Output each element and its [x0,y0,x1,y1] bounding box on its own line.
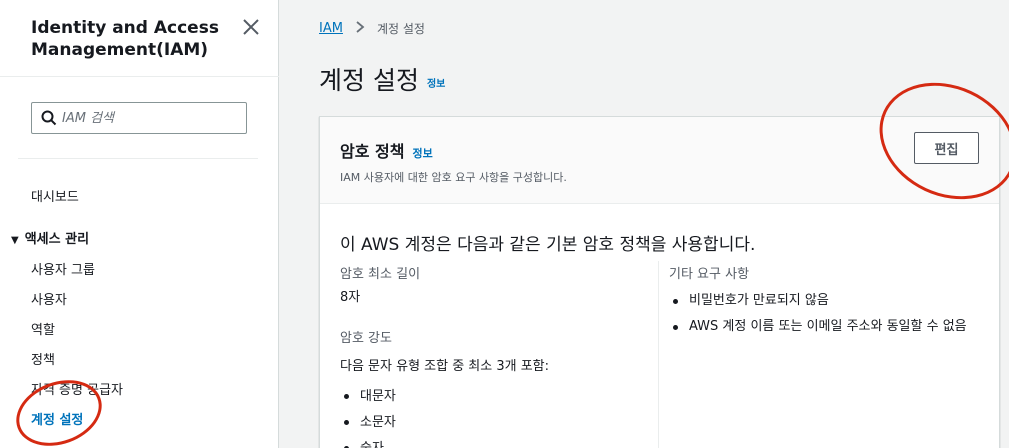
caret-down-icon: ▼ [11,235,19,246]
breadcrumb-current: 계정 설정 [376,22,425,36]
min-length-label: 암호 최소 길이 [340,267,421,282]
other-requirements-list: 비밀번호가 만료되지 않음 AWS 계정 이름 또는 이메일 주소와 동일할 수… [669,293,967,345]
strength-list: 대문자 소문자 숫자 [340,388,396,448]
card-info-link[interactable]: 정보 [412,147,432,160]
policy-heading: 이 AWS 계정은 다음과 같은 기본 암호 정책을 사용합니다. [340,235,756,255]
sidebar-item-user-groups[interactable]: 사용자 그룹 [31,259,95,278]
card-title: 암호 정책 정보 [340,138,433,162]
card-description: IAM 사용자에 대한 암호 요구 사항을 구성합니다. [340,171,567,184]
page-title: 계정 설정 정보 [319,61,445,97]
chevron-right-icon [355,20,365,37]
breadcrumb: IAM 계정 설정 [319,20,425,37]
list-item: 소문자 [340,414,396,431]
strength-description: 다음 문자 유형 조합 중 최소 3개 포함: [340,359,550,374]
search-box[interactable] [31,102,247,134]
column-divider [658,261,659,448]
list-item: 대문자 [340,388,396,405]
close-icon[interactable] [240,16,262,38]
search-icon [40,109,58,127]
sidebar-item-roles[interactable]: 역할 [31,319,55,338]
sidebar-section-access-management[interactable]: ▼ 액세스 관리 [11,228,89,247]
strength-label: 암호 강도 [340,331,392,346]
min-length-value: 8자 [340,290,361,305]
list-item: 숫자 [340,440,396,448]
list-item: 비밀번호가 만료되지 않음 [669,293,967,309]
other-requirements-label: 기타 요구 사항 [669,267,750,282]
sidebar-item-policies[interactable]: 정책 [31,349,55,368]
page-title-text: 계정 설정 [319,66,419,95]
card-title-text: 암호 정책 [340,142,405,161]
sidebar-item-users[interactable]: 사용자 [31,289,67,308]
page-info-link[interactable]: 정보 [427,79,445,90]
breadcrumb-iam-link[interactable]: IAM [319,21,343,36]
sidebar-divider [0,76,279,77]
sidebar: Identity and Access Management(IAM) 대시보드… [0,0,279,448]
sidebar-section-label: 액세스 관리 [24,232,90,247]
sidebar-divider [18,158,258,159]
search-input[interactable] [62,106,242,130]
list-item: AWS 계정 이름 또는 이메일 주소와 동일할 수 없음 [669,319,967,335]
sidebar-item-dashboard[interactable]: 대시보드 [31,186,79,205]
sidebar-title: Identity and Access Management(IAM) [31,18,219,60]
